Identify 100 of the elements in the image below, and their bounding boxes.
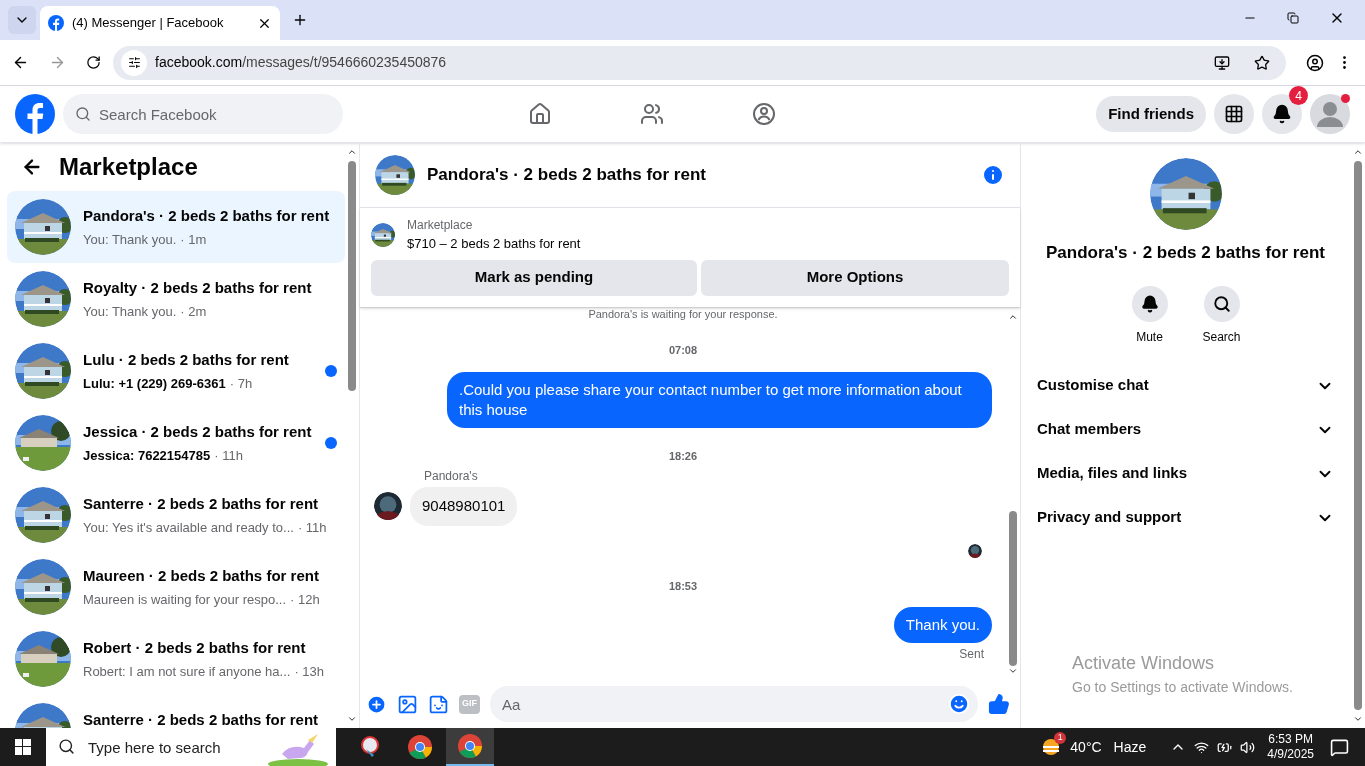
sent-message-bubble: Thank you.: [893, 607, 992, 643]
reload-icon[interactable]: [86, 55, 101, 70]
new-tab-icon[interactable]: [292, 12, 308, 28]
conversation-item[interactable]: Jessica · 2 beds 2 baths for rent Jessica: 7622154785 · 11h: [7, 407, 345, 479]
bell-icon: [1272, 104, 1292, 124]
browser-tab[interactable]: (4) Messenger | Facebook: [40, 6, 280, 40]
emoji-icon[interactable]: [948, 693, 970, 715]
scrollbar-thumb[interactable]: [348, 161, 356, 391]
message-time: · 11h: [297, 518, 327, 537]
message-preview: Maureen is waiting for your respo...: [83, 590, 287, 609]
forward-icon[interactable]: [49, 54, 66, 71]
conversation-name: Santerre · 2 beds 2 baths for rent: [83, 710, 320, 728]
waiting-notice: Pandora's is waiting for your response.: [587, 307, 779, 322]
scroll-up-icon[interactable]: [347, 147, 357, 157]
scroll-up-icon[interactable]: [1352, 147, 1363, 157]
facebook-logo-icon[interactable]: [15, 94, 55, 134]
conversation-name: Jessica · 2 beds 2 baths for rent: [83, 422, 313, 442]
conversation-name: Royalty · 2 beds 2 baths for rent: [83, 278, 313, 298]
temperature-text: 40°C: [1070, 737, 1102, 757]
groups-icon[interactable]: [752, 102, 776, 126]
message-time: · 2m: [180, 302, 207, 321]
message-preview: You: Thank you.: [83, 302, 177, 321]
details-section[interactable]: Media, files and links: [1037, 451, 1334, 496]
clock[interactable]: 6:53 PM 4/9/2025: [1267, 732, 1314, 762]
install-app-icon[interactable]: [1214, 54, 1230, 71]
message-preview: You: Yes it's available and ready to...: [83, 518, 294, 537]
received-message-bubble: 9048980101: [410, 487, 518, 526]
activation-title: Activate Windows: [1072, 652, 1216, 675]
notifications-icon[interactable]: [1330, 737, 1349, 757]
restore-icon[interactable]: [1287, 12, 1299, 24]
unicorn-icon: [268, 732, 328, 766]
home-icon[interactable]: [528, 102, 552, 126]
sticker-icon[interactable]: [428, 693, 449, 715]
conversation-name: Robert · 2 beds 2 baths for rent: [83, 638, 307, 658]
info-icon[interactable]: [981, 163, 1005, 187]
friends-icon[interactable]: [640, 102, 664, 126]
message-time: · 1m: [180, 230, 207, 249]
conversation-item[interactable]: Royalty · 2 beds 2 baths for rent You: Thank you. · 2m: [7, 263, 345, 335]
chrome-icon[interactable]: [446, 728, 494, 766]
conversation-item[interactable]: Pandora's · 2 beds 2 baths for rent You: Thank you. · 1m: [7, 191, 345, 263]
timestamp: 07:08: [668, 343, 698, 358]
sidebar-title: Marketplace: [59, 152, 198, 182]
details-section[interactable]: Privacy and support: [1037, 495, 1334, 540]
listing-action-button[interactable]: More Options: [701, 259, 1009, 296]
conversation-name: Pandora's · 2 beds 2 baths for rent: [83, 206, 331, 226]
conversation-item[interactable]: Robert · 2 beds 2 baths for rent Robert: I am not sure if anyone ha... · 13h: [7, 623, 345, 695]
profile-icon[interactable]: [1306, 53, 1324, 72]
taskbar-search-field[interactable]: Type here to search: [46, 728, 336, 766]
add-icon[interactable]: [366, 693, 387, 715]
sent-message-bubble: .Could you please share your contact number to get more information about this house: [447, 371, 992, 428]
back-icon[interactable]: [12, 54, 29, 71]
scrollbar-thumb[interactable]: [1009, 511, 1017, 666]
volume-icon[interactable]: [1240, 739, 1256, 755]
details-section[interactable]: Customise chat: [1037, 363, 1334, 408]
message-time: · 12h: [290, 590, 320, 609]
sender-name: Pandora's: [424, 468, 479, 485]
message-time: · 13h: [294, 662, 325, 681]
details-title: Pandora's · 2 beds 2 baths for rent: [1046, 242, 1325, 264]
address-bar[interactable]: facebook.com/messages/t/9546660235450876: [113, 45, 1286, 80]
grid-icon: [1224, 104, 1244, 124]
conversation-item[interactable]: Santerre · 2 beds 2 baths for rent You: Yes it's available and ready to... · 11h: [7, 479, 345, 551]
bookmark-icon[interactable]: [1254, 54, 1270, 71]
weather-text: Haze: [1113, 737, 1147, 757]
notification-badge: 4: [1289, 86, 1308, 105]
photo-icon[interactable]: [397, 693, 418, 715]
conversation-item[interactable]: Maureen · 2 beds 2 baths for rent Maureen is waiting for your respo... · 12h: [7, 551, 345, 623]
listing-title: $710 – 2 beds 2 baths for rent: [407, 235, 581, 253]
scroll-down-icon[interactable]: [1352, 714, 1363, 724]
site-settings-icon[interactable]: [121, 49, 147, 76]
conversation-item[interactable]: Lulu · 2 beds 2 baths for rent Lulu: +1 (229) 269-6361 · 7h: [7, 335, 345, 407]
search-icon: [58, 738, 75, 755]
url-text: facebook.com/messages/t/9546660235450876: [155, 53, 448, 72]
menu-button[interactable]: [1214, 94, 1254, 134]
activation-subtitle: Go to Settings to activate Windows.: [1072, 678, 1293, 697]
timestamp: 18:26: [668, 448, 698, 464]
message-preview: Lulu: +1 (229) 269-6361: [83, 374, 226, 393]
message-input[interactable]: Aa: [490, 686, 978, 722]
search-icon: [75, 106, 91, 122]
conversation-name: Lulu · 2 beds 2 baths for rent: [83, 350, 290, 370]
conversation-name: Santerre · 2 beds 2 baths for rent: [83, 494, 320, 514]
weather-badge: 1: [1054, 732, 1067, 744]
chat-title: Pandora's · 2 beds 2 baths for rent: [427, 164, 707, 187]
network-icon[interactable]: [1194, 739, 1210, 755]
like-icon[interactable]: [988, 693, 1010, 715]
tab-list-button[interactable]: [8, 6, 36, 34]
message-time: · 7h: [229, 374, 253, 393]
message-preview: Robert: I am not sure if anyone ha...: [83, 662, 291, 681]
listing-action-button[interactable]: Mark as pending: [371, 259, 697, 296]
scroll-down-icon[interactable]: [1008, 666, 1018, 676]
account-avatar-icon[interactable]: [1310, 94, 1350, 134]
facebook-logo-icon: [48, 15, 64, 31]
message-status: Sent: [959, 646, 984, 663]
scrollbar-thumb[interactable]: [1353, 161, 1362, 710]
timestamp: 18:53: [668, 578, 698, 594]
search-field[interactable]: Search Facebook: [63, 94, 343, 134]
bell-icon: [1140, 294, 1159, 313]
find-friends-button[interactable]: Find friends: [1096, 96, 1206, 132]
scroll-down-icon[interactable]: [347, 714, 357, 724]
message-preview: Jessica: 7622154785: [83, 446, 211, 465]
details-section[interactable]: Chat members: [1037, 407, 1334, 452]
